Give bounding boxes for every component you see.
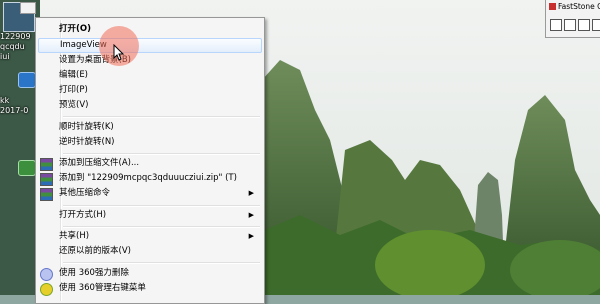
winrar-icon xyxy=(40,158,53,171)
desktop-file-label-line2: qcqdu xyxy=(0,42,25,51)
winrar-icon xyxy=(40,188,53,201)
context-menu[interactable]: 打开(O) ImageView 设置为桌面背景(B) 编辑(E) 打印(P) 预… xyxy=(35,17,265,304)
menu-item-edit[interactable]: 编辑(E) xyxy=(38,68,262,83)
menu-item-add-to-archive[interactable]: 添加到压缩文件(A)... xyxy=(38,156,262,171)
submenu-arrow-icon: ▶ xyxy=(248,211,254,219)
capture-window-icon[interactable] xyxy=(550,19,562,31)
image-thumbnail-icon xyxy=(3,2,36,32)
faststone-title: FastStone C xyxy=(549,2,600,11)
menu-separator xyxy=(63,205,260,206)
menu-item-set-wallpaper[interactable]: 设置为桌面背景(B) xyxy=(38,53,262,68)
menu-item-open[interactable]: 打开(O) xyxy=(38,22,262,37)
capture-rect-icon[interactable] xyxy=(578,19,590,31)
menu-item-rotate-cw[interactable]: 顺时针旋转(K) xyxy=(38,120,262,135)
menu-item-imageview[interactable]: ImageView xyxy=(38,38,262,53)
menu-separator xyxy=(63,153,260,154)
menu-separator xyxy=(63,116,260,117)
desktop-file-label-line1: 122909 xyxy=(0,32,31,41)
desktop-app-label-line2: 2017-0 xyxy=(0,106,29,115)
menu-item-print[interactable]: 打印(P) xyxy=(38,83,262,98)
capture-full-icon[interactable] xyxy=(592,19,600,31)
desktop-file-label-line3: iui xyxy=(0,52,10,61)
capture-object-icon[interactable] xyxy=(564,19,576,31)
menu-separator xyxy=(63,226,260,227)
menu-item-add-to-zip[interactable]: 添加到 "122909mcpqc3qduuucziui.zip" (T) xyxy=(38,171,262,186)
desktop-app-label-line1: kk xyxy=(0,96,10,105)
menu-item-360-manage[interactable]: 使用 360管理右键菜单 xyxy=(38,281,262,296)
360-delete-icon xyxy=(40,268,53,281)
faststone-capture-toolbar[interactable]: FastStone C xyxy=(545,0,600,38)
winrar-icon xyxy=(40,173,53,186)
menu-item-share[interactable]: 共享(H) ▶ xyxy=(38,229,262,244)
desktop-app-icon[interactable] xyxy=(18,72,36,88)
menu-item-rotate-ccw[interactable]: 逆时针旋转(N) xyxy=(38,135,262,150)
menu-separator xyxy=(63,262,260,263)
menu-item-restore-versions[interactable]: 还原以前的版本(V) xyxy=(38,244,262,259)
submenu-arrow-icon: ▶ xyxy=(248,189,254,197)
menu-item-360-delete[interactable]: 使用 360强力删除 xyxy=(38,266,262,281)
faststone-logo-icon xyxy=(549,3,556,10)
submenu-arrow-icon: ▶ xyxy=(248,232,254,240)
menu-item-other-compress[interactable]: 其他压缩命令 ▶ xyxy=(38,186,262,201)
menu-item-preview[interactable]: 预览(V) xyxy=(38,98,262,113)
mouse-pointer-icon xyxy=(113,44,125,61)
360-manage-icon xyxy=(40,283,53,296)
menu-item-open-with[interactable]: 打开方式(H) ▶ xyxy=(38,208,262,223)
desktop-app-icon-2[interactable] xyxy=(18,160,36,176)
desktop-image-file-icon[interactable]: 122909 qcqdu iui xyxy=(0,0,38,68)
